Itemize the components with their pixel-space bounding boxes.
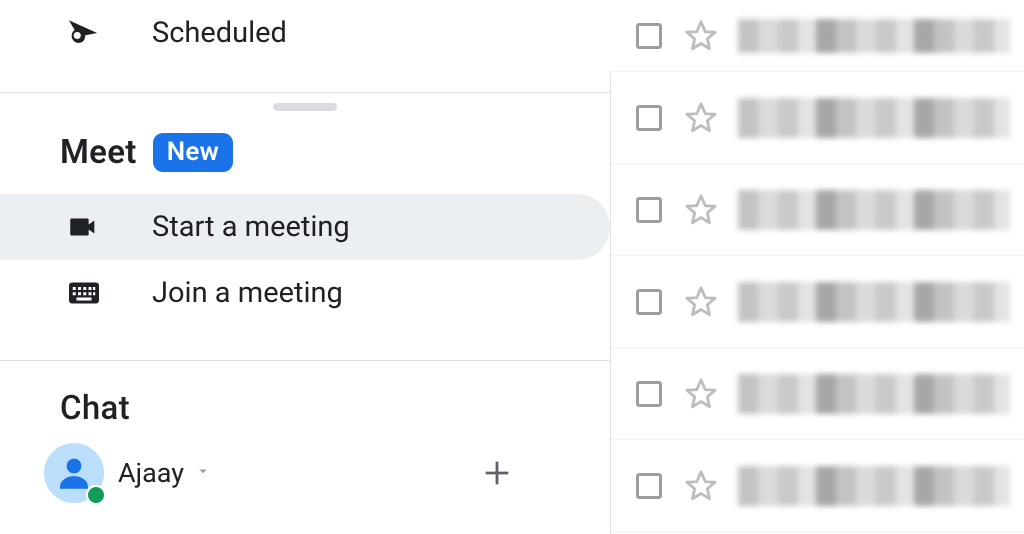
row-checkbox[interactable] <box>636 23 662 49</box>
avatar <box>44 443 104 503</box>
start-meeting-item[interactable]: Start a meeting <box>0 194 610 260</box>
star-icon[interactable] <box>684 285 718 319</box>
email-row[interactable] <box>610 164 1024 256</box>
row-checkbox[interactable] <box>636 197 662 223</box>
email-row[interactable] <box>610 256 1024 348</box>
star-icon[interactable] <box>684 19 718 53</box>
new-badge: New <box>153 133 233 172</box>
section-divider <box>0 92 610 93</box>
chat-title: Chat <box>60 389 130 428</box>
email-list <box>610 0 1024 534</box>
star-icon[interactable] <box>684 377 718 411</box>
sidebar: Scheduled Meet New Start a meeting <box>0 0 610 534</box>
videocam-icon <box>66 210 112 244</box>
section-divider <box>0 360 610 361</box>
meet-section-header: Meet New <box>0 133 610 172</box>
row-checkbox[interactable] <box>636 473 662 499</box>
start-meeting-label: Start a meeting <box>152 210 350 244</box>
meet-title: Meet <box>60 133 137 172</box>
email-preview-blurred <box>738 190 1010 230</box>
email-row[interactable] <box>610 348 1024 440</box>
chat-user-row[interactable]: Ajaay <box>0 444 610 502</box>
chat-section-header: Chat <box>0 389 610 428</box>
email-row[interactable] <box>610 440 1024 532</box>
email-row[interactable] <box>610 0 1024 72</box>
scheduled-label: Scheduled <box>152 16 287 50</box>
presence-dot-online <box>86 485 106 505</box>
sidebar-item-scheduled[interactable]: Scheduled <box>0 0 610 66</box>
chat-user-name: Ajaay <box>118 457 184 489</box>
row-checkbox[interactable] <box>636 105 662 131</box>
email-preview-blurred <box>738 19 1010 53</box>
caret-down-icon[interactable] <box>194 462 212 484</box>
star-icon[interactable] <box>684 101 718 135</box>
row-checkbox[interactable] <box>636 381 662 407</box>
row-checkbox[interactable] <box>636 289 662 315</box>
email-preview-blurred <box>738 98 1010 138</box>
join-meeting-item[interactable]: Join a meeting <box>0 260 610 326</box>
keyboard-icon <box>66 275 112 311</box>
drag-handle[interactable] <box>273 103 337 111</box>
scheduled-icon <box>66 16 112 50</box>
email-preview-blurred <box>738 466 1010 506</box>
email-preview-blurred <box>738 282 1010 322</box>
join-meeting-label: Join a meeting <box>152 276 343 310</box>
star-icon[interactable] <box>684 469 718 503</box>
email-row[interactable] <box>610 72 1024 164</box>
new-chat-button[interactable] <box>480 456 514 490</box>
star-icon[interactable] <box>684 193 718 227</box>
email-preview-blurred <box>738 374 1010 414</box>
